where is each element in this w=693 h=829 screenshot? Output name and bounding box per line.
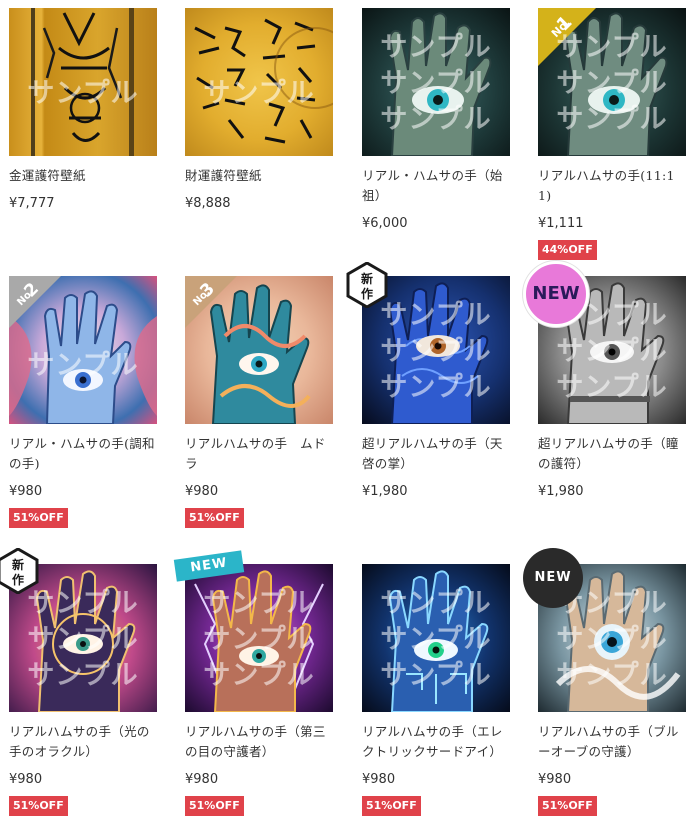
product-card[interactable]: No. 3 リアルハムサの手 ムドラ ¥980 51%OFF [185,276,335,528]
sample-watermark: サンプル [380,588,492,619]
product-card[interactable]: サンプル サンプル サンプル 超リアルハムサの手（天啓の掌） ¥1,980 [362,276,512,499]
product-name[interactable]: リアルハムサの手（エレクトリックサードアイ） [362,722,512,762]
sample-watermark: サンプル [556,660,668,691]
sample-watermark: サンプル [380,68,492,99]
product-card[interactable]: No. 2 サンプル リアル・ハムサの手(調和の手) ¥980 51%OFF [9,276,159,528]
sample-watermark: サンプル [556,336,668,367]
product-card[interactable]: サンプル 金運護符壁紙 ¥7,777 [9,8,159,211]
product-name[interactable]: 超リアルハムサの手（瞳の護符） [538,434,688,474]
product-price: ¥7,777 [9,196,55,211]
product-price: ¥980 [9,772,43,787]
badge-text-line2: 作 [361,286,373,301]
product-name[interactable]: リアルハムサの手（ブルーオーブの守護） [538,722,688,762]
product-card[interactable]: No. 1 サンプル サンプル サンプル リアルハムサの手(11:11) ¥1,… [538,8,688,260]
product-card[interactable]: サンプル サンプル サンプル リアルハムサの手（光の手のオラクル） ¥980 5… [9,564,159,816]
badge-text-line1: 新 [12,557,24,572]
discount-badge: 51%OFF [185,508,244,528]
discount-badge: 51%OFF [185,796,244,816]
sample-watermark: サンプル [203,624,315,655]
product-card[interactable]: サンプル サンプル サンプル リアル・ハムサの手（始祖） ¥6,000 [362,8,512,231]
sample-watermark: サンプル [203,660,315,691]
badge-text-line1: 新 [361,271,373,286]
product-price: ¥6,000 [362,216,408,231]
sample-watermark: サンプル [380,660,492,691]
product-price: ¥980 [185,772,219,787]
badge-text-line2: 作 [12,572,24,587]
sample-watermark: サンプル [27,78,139,109]
product-grid: サンプル 金運護符壁紙 ¥7,777 サンプル 財運護符壁紙 ¥8,888 サン… [0,0,693,829]
product-price: ¥1,980 [538,484,584,499]
discount-badge: 51%OFF [362,796,421,816]
product-image[interactable]: No. 1 サンプル サンプル サンプル [538,8,686,156]
sample-watermark: サンプル [380,336,492,367]
product-name[interactable]: リアルハムサの手 ムドラ [185,434,335,474]
product-price: ¥980 [185,484,219,499]
discount-badge: 51%OFF [9,508,68,528]
sample-watermark: サンプル [556,68,668,99]
product-name[interactable]: 財運護符壁紙 [185,166,335,186]
product-price: ¥980 [362,772,396,787]
product-image[interactable]: サンプル サンプル サンプル [362,564,510,712]
product-card[interactable]: サンプル サンプル サンプル リアルハムサの手（第三の目の守護者） ¥980 5… [185,564,335,816]
sample-watermark: サンプル [27,624,139,655]
product-image[interactable]: サンプル [9,8,157,156]
discount-badge: 51%OFF [9,796,68,816]
sample-watermark: サンプル [556,372,668,403]
discount-badge: 51%OFF [538,796,597,816]
product-card[interactable]: サンプル サンプル サンプル リアルハムサの手（エレクトリックサードアイ） ¥9… [362,564,512,816]
discount-badge: 44%OFF [538,240,597,260]
product-price: ¥980 [538,772,572,787]
new-arrival-badge: 新 作 [346,262,388,308]
product-name[interactable]: リアル・ハムサの手（始祖） [362,166,512,206]
product-card[interactable]: サンプル 財運護符壁紙 ¥8,888 [185,8,335,211]
product-price: ¥8,888 [185,196,231,211]
product-name[interactable]: リアルハムサの手（第三の目の守護者） [185,722,335,762]
sample-watermark: サンプル [380,372,492,403]
new-arrival-badge: 新 作 [0,548,39,594]
sample-watermark: サンプル [203,588,315,619]
product-image[interactable]: No. 2 サンプル [9,276,157,424]
new-badge: NEW [523,261,589,327]
sample-watermark: サンプル [27,350,139,381]
sample-watermark: サンプル [380,32,492,63]
product-name[interactable]: リアル・ハムサの手(調和の手) [9,434,159,474]
product-image[interactable]: サンプル サンプル サンプル [362,8,510,156]
product-name[interactable]: リアルハムサの手(11:11) [538,166,688,206]
product-price: ¥980 [9,484,43,499]
product-image[interactable]: No. 3 [185,276,333,424]
product-image[interactable]: サンプル サンプル サンプル [185,564,333,712]
sample-watermark: サンプル [556,104,668,135]
sample-watermark: サンプル [203,78,315,109]
product-image[interactable]: サンプル [185,8,333,156]
product-price: ¥1,111 [538,216,584,231]
product-name[interactable]: 超リアルハムサの手（天啓の掌） [362,434,512,474]
new-badge: NEW [523,548,583,608]
sample-watermark: サンプル [556,624,668,655]
product-name[interactable]: 金運護符壁紙 [9,166,159,186]
sample-watermark: サンプル [27,660,139,691]
product-name[interactable]: リアルハムサの手（光の手のオラクル） [9,722,159,762]
product-price: ¥1,980 [362,484,408,499]
sample-watermark: サンプル [556,32,668,63]
hand-art: No. 3 [185,276,311,424]
sample-watermark: サンプル [380,104,492,135]
sample-watermark: サンプル [380,624,492,655]
